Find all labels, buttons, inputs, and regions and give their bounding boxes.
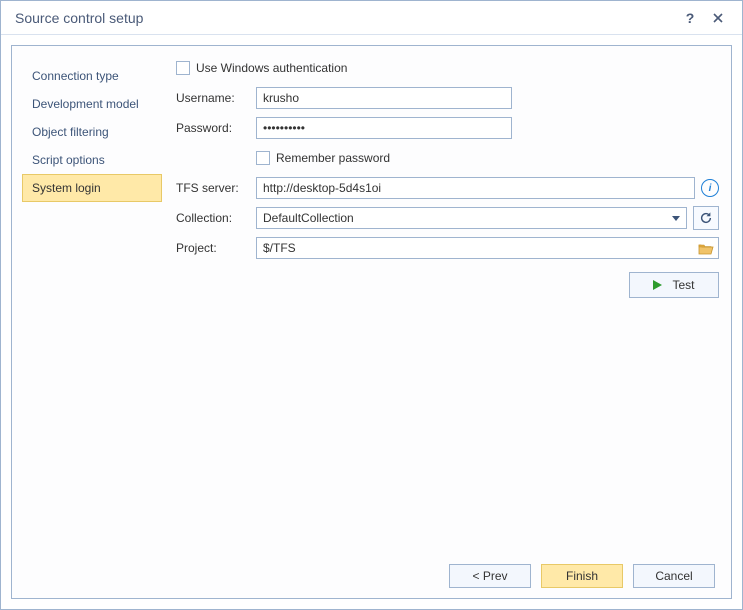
test-button[interactable]: Test: [629, 272, 719, 298]
sidebar-item-connection-type[interactable]: Connection type: [22, 62, 162, 90]
row-tfs: TFS server: i: [176, 176, 719, 200]
close-button[interactable]: [704, 4, 732, 32]
row-remember: Remember password: [176, 146, 719, 170]
remember-password-checkbox[interactable]: [256, 151, 270, 165]
window-title: Source control setup: [15, 10, 676, 26]
footer: < Prev Finish Cancel: [12, 554, 731, 598]
sidebar-item-label: Script options: [32, 153, 105, 167]
sidebar-item-script-options[interactable]: Script options: [22, 146, 162, 174]
sidebar: Connection type Development model Object…: [22, 56, 162, 544]
prev-button[interactable]: < Prev: [449, 564, 531, 588]
project-label: Project:: [176, 241, 250, 255]
password-input[interactable]: [256, 117, 512, 139]
tfs-label: TFS server:: [176, 181, 250, 195]
test-label: Test: [672, 278, 694, 292]
refresh-button[interactable]: [693, 206, 719, 230]
tfs-server-input[interactable]: [256, 177, 695, 199]
username-input[interactable]: [256, 87, 512, 109]
password-label: Password:: [176, 121, 250, 135]
username-label: Username:: [176, 91, 250, 105]
row-project: Project: $/TFS: [176, 236, 719, 260]
dialog-window: Source control setup ? Connection type D…: [0, 0, 743, 610]
sidebar-item-label: System login: [32, 181, 101, 195]
project-value: $/TFS: [263, 241, 694, 255]
use-win-auth-label: Use Windows authentication: [196, 61, 347, 75]
close-icon: [712, 12, 724, 24]
prev-label: < Prev: [472, 569, 507, 583]
cancel-button[interactable]: Cancel: [633, 564, 715, 588]
help-button[interactable]: ?: [676, 4, 704, 32]
use-win-auth-checkbox[interactable]: [176, 61, 190, 75]
remember-password-label: Remember password: [276, 151, 390, 165]
info-icon[interactable]: i: [701, 179, 719, 197]
sidebar-item-label: Development model: [32, 97, 139, 111]
chevron-down-icon: [668, 209, 684, 227]
sidebar-item-object-filtering[interactable]: Object filtering: [22, 118, 162, 146]
main-panel: Connection type Development model Object…: [11, 45, 732, 599]
play-icon: [653, 280, 662, 290]
folder-open-icon[interactable]: [698, 242, 714, 255]
refresh-icon: [699, 211, 713, 225]
sidebar-item-development-model[interactable]: Development model: [22, 90, 162, 118]
finish-button[interactable]: Finish: [541, 564, 623, 588]
sidebar-item-system-login[interactable]: System login: [22, 174, 162, 202]
collection-value: DefaultCollection: [263, 211, 668, 225]
cancel-label: Cancel: [655, 569, 692, 583]
body: Connection type Development model Object…: [1, 35, 742, 609]
row-password: Password:: [176, 116, 719, 140]
finish-label: Finish: [566, 569, 598, 583]
collection-select[interactable]: DefaultCollection: [256, 207, 687, 229]
row-collection: Collection: DefaultCollection: [176, 206, 719, 230]
project-input[interactable]: $/TFS: [256, 237, 719, 259]
sidebar-item-label: Connection type: [32, 69, 119, 83]
titlebar: Source control setup ?: [1, 1, 742, 35]
collection-label: Collection:: [176, 211, 250, 225]
row-username: Username:: [176, 86, 719, 110]
form: Use Windows authentication Username: Pas…: [176, 56, 719, 544]
sidebar-item-label: Object filtering: [32, 125, 109, 139]
row-win-auth: Use Windows authentication: [176, 56, 719, 80]
content: Connection type Development model Object…: [12, 46, 731, 554]
